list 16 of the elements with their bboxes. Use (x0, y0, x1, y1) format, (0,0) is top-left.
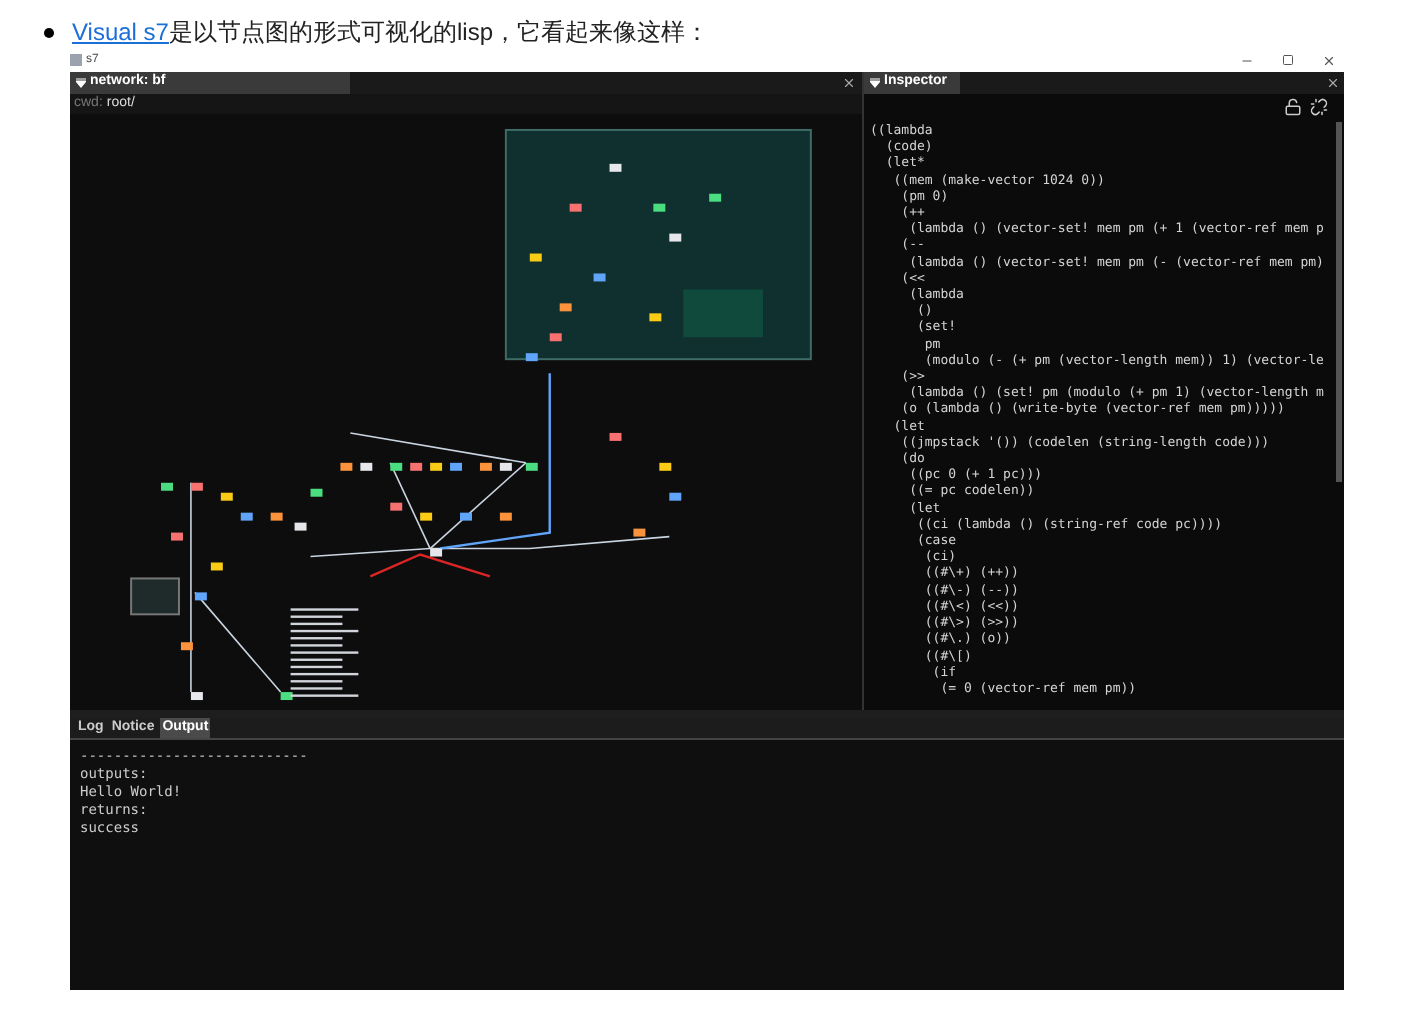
app-icon (70, 54, 82, 66)
unlink-icon[interactable] (1310, 98, 1328, 116)
bullet-icon (44, 27, 54, 37)
scrollbar-icon (1336, 122, 1342, 482)
unlock-icon[interactable] (1284, 98, 1302, 116)
visual-s7-link[interactable]: Visual s7 (72, 18, 169, 46)
dropdown-icon[interactable] (76, 78, 86, 88)
maximize-icon[interactable] (1282, 53, 1294, 65)
group-frame (130, 577, 180, 616)
comment-note-drawing (290, 608, 359, 697)
graph-nodes[interactable] (161, 163, 722, 701)
intro-sentence: Visual s7是以节点图的形式可视化的lisp，它看起来像这样： (72, 16, 709, 50)
dropdown-icon[interactable] (870, 78, 880, 88)
close-icon[interactable] (842, 76, 856, 90)
close-icon[interactable] (1322, 53, 1336, 67)
close-icon[interactable] (1326, 76, 1340, 90)
